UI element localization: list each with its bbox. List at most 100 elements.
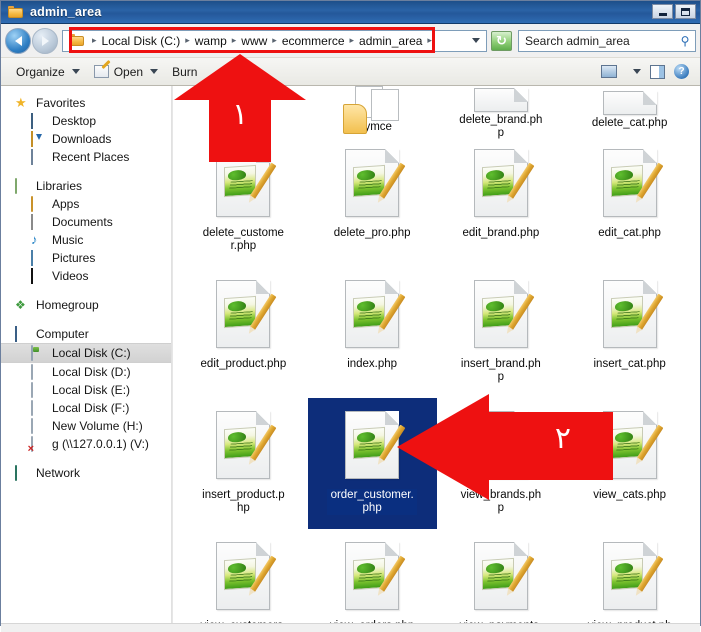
command-toolbar: Organize Open Burn ? — [1, 57, 700, 86]
search-input[interactable]: Search admin_area ⚲ — [518, 29, 696, 52]
sidebar-item-videos[interactable]: Videos — [1, 267, 171, 285]
breadcrumb-item-www[interactable]: www — [239, 34, 269, 48]
network-drive-disconnected-icon — [31, 436, 33, 452]
star-icon: ★ — [15, 95, 27, 110]
list-item-insert-cat[interactable]: insert_cat.php — [565, 267, 694, 398]
address-bar[interactable]: ▸ Local Disk (C:) ▸ wamp ▸ www ▸ ecommer… — [62, 29, 487, 52]
php-file-icon — [216, 542, 277, 610]
sidebar-item-pictures[interactable]: Pictures — [1, 249, 171, 267]
maximize-button[interactable] — [675, 4, 696, 19]
videos-icon — [31, 268, 33, 284]
search-icon: ⚲ — [680, 33, 690, 48]
sidebar-item-new-volume-h[interactable]: New Volume (H:) — [1, 417, 171, 435]
sidebar-item-network-drive-v[interactable]: g (\\127.0.0.1) (V:) — [1, 435, 171, 453]
sidebar-item-local-disk-c[interactable]: Local Disk (C:) — [1, 343, 171, 363]
breadcrumb-separator: ▸ — [231, 35, 237, 45]
sidebar-item-computer[interactable]: Computer — [1, 325, 171, 343]
desktop-icon — [31, 113, 33, 129]
list-item-insert-brand[interactable]: insert_brand.php — [437, 267, 566, 398]
breadcrumb[interactable]: ▸ Local Disk (C:) ▸ wamp ▸ www ▸ ecommer… — [63, 31, 472, 51]
sidebar-item-label: Music — [52, 233, 84, 247]
navigation-pane: ★ Favorites Desktop Downloads Recent Pla… — [1, 86, 172, 623]
sidebar-item-local-disk-e[interactable]: Local Disk (E:) — [1, 381, 171, 399]
breadcrumb-item-local-disk[interactable]: Local Disk (C:) — [100, 34, 183, 48]
list-item-tinymce[interactable]: tinymce — [308, 86, 437, 136]
list-item-edit-cat[interactable]: edit_cat.php — [565, 136, 694, 267]
sidebar-item-downloads[interactable]: Downloads — [1, 130, 171, 148]
sidebar-item-label: Downloads — [52, 132, 112, 146]
homegroup-icon: ❖ — [15, 298, 26, 312]
sidebar-item-label: Recent Places — [52, 150, 130, 164]
php-file-icon — [602, 280, 664, 348]
breadcrumb-item-wamp[interactable]: wamp — [193, 34, 229, 48]
folder-icon — [31, 196, 33, 212]
breadcrumb-separator: ▸ — [185, 35, 190, 45]
chevron-down-icon[interactable] — [633, 69, 641, 74]
minimize-button[interactable] — [652, 4, 673, 19]
pictures-icon — [31, 250, 33, 266]
list-item-view-brands[interactable]: view_brands.php — [437, 398, 566, 529]
list-item-order-customer[interactable]: order_customer.php — [307, 398, 437, 529]
sidebar-item-local-disk-f[interactable]: Local Disk (F:) — [1, 399, 171, 417]
list-item-label: insert_brand.php — [460, 358, 541, 383]
list-item-delete-pro[interactable]: delete_pro.php — [308, 136, 437, 267]
list-item-view-customers[interactable]: view_customers.php — [179, 529, 308, 623]
address-dropdown-button[interactable] — [472, 38, 486, 43]
sidebar-item-music[interactable]: ♪ Music — [1, 231, 171, 249]
back-button[interactable] — [5, 27, 31, 54]
list-item-label: view_orders.php — [328, 620, 416, 623]
sidebar-item-apps[interactable]: Apps — [1, 195, 171, 213]
list-item-delete-customer[interactable]: delete_customer.php — [179, 136, 308, 267]
sidebar-item-libraries[interactable]: Libraries — [1, 177, 171, 195]
list-item-label: view_customers.php — [198, 620, 288, 623]
burn-label: Burn — [172, 64, 198, 79]
burn-button[interactable]: Burn — [165, 62, 204, 82]
hard-drive-icon — [31, 364, 33, 380]
php-file-icon — [473, 280, 535, 348]
refresh-icon: ↻ — [496, 33, 507, 48]
organize-button[interactable]: Organize — [9, 62, 87, 82]
list-item-label: view_brands.php — [460, 489, 542, 514]
list-item-view-orders[interactable]: view_orders.php — [308, 529, 437, 623]
breadcrumb-item-admin-area[interactable]: admin_area — [357, 34, 424, 48]
list-item-index[interactable]: index.php — [308, 267, 437, 398]
breadcrumb-item-ecommerce[interactable]: ecommerce — [280, 34, 347, 48]
refresh-button[interactable]: ↻ — [491, 30, 512, 51]
sidebar-item-favorites[interactable]: ★ Favorites — [1, 94, 171, 112]
sidebar-item-label: g (\\127.0.0.1) (V:) — [52, 437, 149, 451]
main-area: ★ Favorites Desktop Downloads Recent Pla… — [1, 86, 700, 623]
preview-pane-icon[interactable] — [601, 65, 617, 78]
list-item-view-cats[interactable]: view_cats.php — [565, 398, 694, 529]
file-list-view[interactable]: tinymce delete_brand.php delete_cat.php … — [172, 86, 700, 623]
sidebar-item-label: Videos — [52, 269, 89, 283]
documents-icon — [31, 214, 33, 230]
list-item-view-payments[interactable]: view_payments.php — [437, 529, 566, 623]
file-grid: tinymce delete_brand.php delete_cat.php … — [173, 86, 700, 623]
php-file-icon — [216, 411, 277, 479]
window-title: admin_area — [30, 5, 102, 19]
sidebar-item-documents[interactable]: Documents — [1, 213, 171, 231]
php-file-icon — [216, 149, 277, 217]
breadcrumb-separator: ▸ — [272, 35, 277, 45]
sidebar-item-local-disk-d[interactable]: Local Disk (D:) — [1, 363, 171, 381]
list-item-edit-product[interactable]: edit_product.php — [179, 267, 308, 398]
sidebar-item-recent-places[interactable]: Recent Places — [1, 148, 171, 166]
list-item-label: delete_pro.php — [333, 227, 411, 239]
sidebar-item-network[interactable]: Network — [1, 464, 171, 482]
layout-pane-icon[interactable] — [650, 64, 665, 79]
hard-drive-icon — [31, 382, 33, 398]
list-item-edit-brand[interactable]: edit_brand.php — [437, 136, 566, 267]
list-item-delete-cat[interactable]: delete_cat.php — [565, 88, 694, 136]
list-item-label: edit_brand.php — [462, 227, 540, 239]
help-icon[interactable]: ? — [674, 64, 689, 79]
sidebar-item-desktop[interactable]: Desktop — [1, 112, 171, 130]
sidebar-item-homegroup[interactable]: ❖ Homegroup — [1, 296, 171, 314]
open-button[interactable]: Open — [87, 62, 165, 82]
explorer-window: admin_area ▸ Local Disk (C:) ▸ wamp ▸ ww… — [0, 0, 701, 632]
list-item-insert-product[interactable]: insert_product.php — [179, 398, 308, 529]
list-item-delete-brand[interactable]: delete_brand.php — [437, 88, 566, 139]
list-item[interactable] — [179, 88, 308, 136]
forward-button[interactable] — [32, 27, 58, 54]
list-item-view-product[interactable]: view_product.php — [565, 529, 694, 623]
